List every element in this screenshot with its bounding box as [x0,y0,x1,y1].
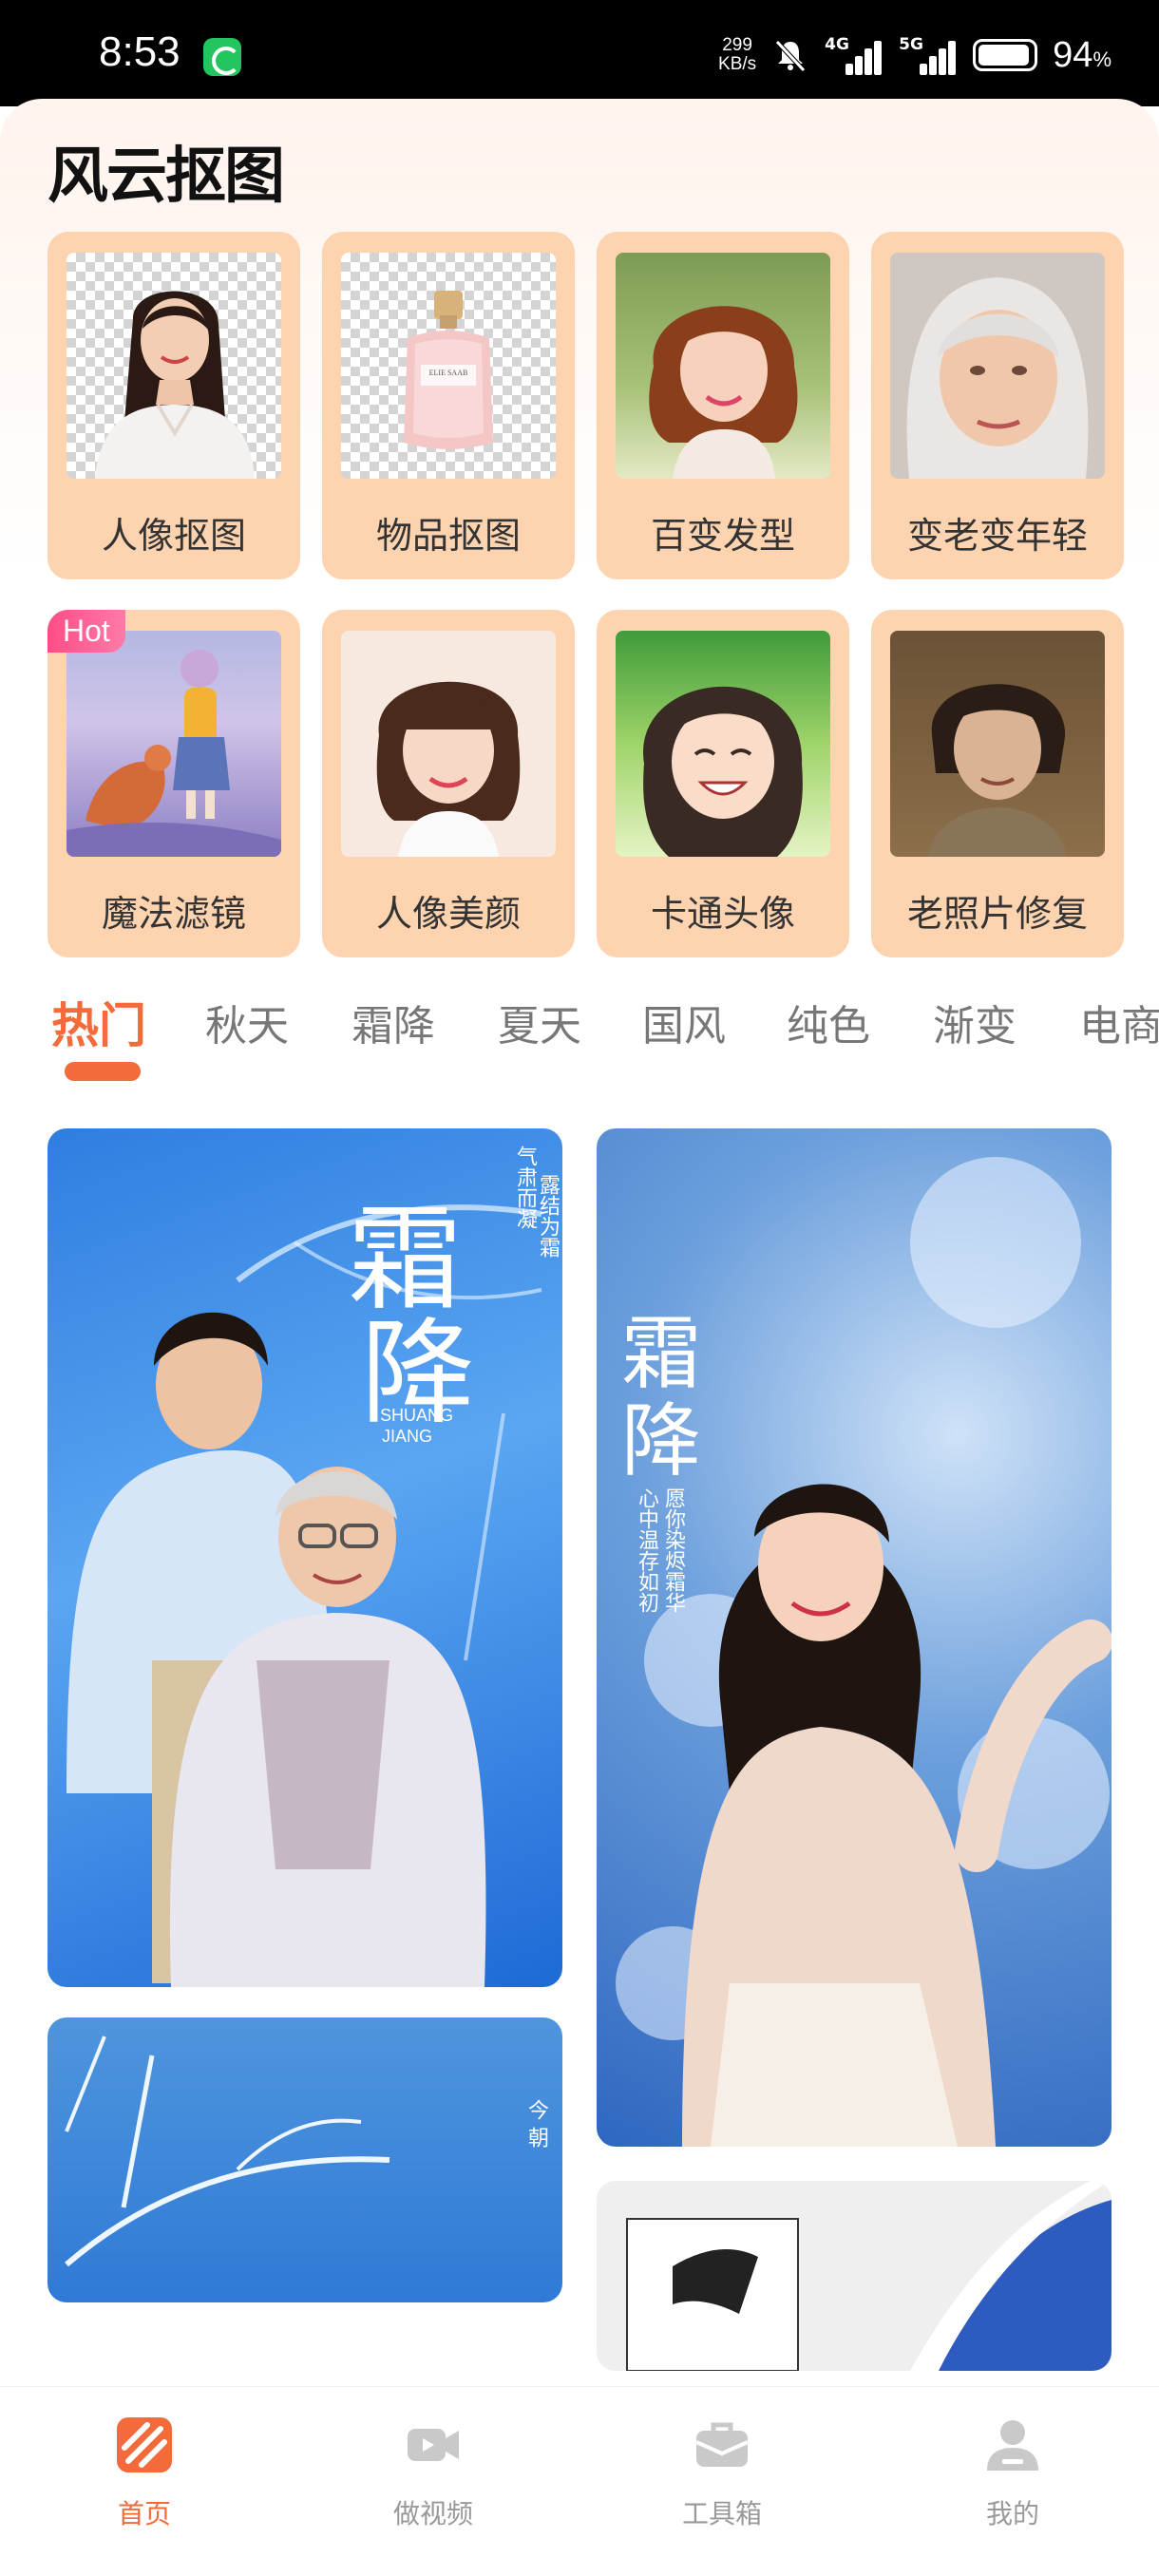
app-title: 风云抠图 [48,142,285,212]
hairstyle-thumbnail [616,253,830,479]
tab-frost-descent[interactable]: 霜降 [352,992,435,1052]
tool-label: 卡通头像 [650,893,795,935]
bottom-navigation: 首页 做视频 工具箱 我的 [0,2386,1159,2557]
portrait-cutout-thumbnail [66,253,281,479]
object-cutout-thumbnail: ELIE SAAB [341,253,556,479]
old-photo-thumbnail [890,631,1105,857]
nav-make-video[interactable]: 做视频 [338,2415,528,2531]
battery-icon [973,39,1038,71]
tab-ecommerce[interactable]: 电商 [1079,992,1159,1052]
home-icon [117,2417,172,2472]
app-screen: 风云抠图 人像抠图 ELIE SAAB 物品抠图 百变发型 变老变年轻 Hot … [0,99,1159,2576]
tool-hairstyle[interactable]: 百变发型 [597,232,849,579]
tool-cartoon-avatar[interactable]: 卡通头像 [597,610,849,957]
poster-verse: 愿你染烬霜华 [661,1487,685,1613]
video-camera-icon [408,2429,459,2461]
poster-verse: 心中温存如初 [635,1487,658,1613]
tool-portrait-cutout[interactable]: 人像抠图 [48,232,300,579]
nav-toolbox[interactable]: 工具箱 [627,2415,817,2531]
tool-magic-filter[interactable]: Hot 魔法滤镜 [48,610,300,957]
nav-label: 做视频 [392,2498,473,2529]
hot-badge: Hot [48,610,125,653]
tool-label: 人像抠图 [101,515,246,557]
tab-gradient[interactable]: 渐变 [933,992,1016,1052]
poster-title-char: 降 [621,1394,702,1487]
tool-label: 老照片修复 [906,893,1088,935]
app-notification-icon [203,38,241,76]
cartoon-avatar-thumbnail [616,631,830,857]
poster-verse: 今 朝 [524,2099,548,2148]
category-tabs: 热门 秋天 霜降 夏天 国风 纯色 渐变 电商 [48,992,1159,1087]
portrait-beauty-thumbnail [341,631,556,857]
mute-bell-icon [775,40,806,72]
poster-pinyin: SHUANG [380,1406,454,1425]
tool-label: 物品抠图 [375,515,521,557]
poster-subtitle: 露结为霜 [536,1174,560,1258]
tool-age-change[interactable]: 变老变年轻 [871,232,1124,579]
toolbox-icon [695,2422,749,2467]
tab-solid-color[interactable]: 纯色 [787,992,870,1052]
status-time: 8:53 [99,28,180,75]
template-card[interactable]: 今 朝 [48,2017,562,2302]
battery-percent: 94% [1053,34,1112,75]
tab-hot[interactable]: 热门 [51,988,146,1056]
tab-summer[interactable]: 夏天 [498,992,581,1052]
system-navigation-bar [0,2557,1159,2576]
tool-portrait-beauty[interactable]: 人像美颜 [322,610,575,957]
tool-label: 人像美颜 [375,893,521,935]
tool-old-photo-restore[interactable]: 老照片修复 [871,610,1124,957]
status-indicators: 299 KB/s 4G 5G 94% [718,28,1112,82]
nav-label: 工具箱 [681,2498,762,2529]
poster-pinyin: JIANG [382,1427,433,1446]
nav-home[interactable]: 首页 [49,2415,239,2531]
tool-label: 百变发型 [650,515,795,557]
magic-filter-thumbnail [66,631,281,857]
product-label: ELIE SAAB [428,369,468,377]
network-speed: 299 KB/s [718,35,757,74]
nav-profile[interactable]: 我的 [918,2415,1108,2531]
template-card[interactable]: 霜 降 SHUANG JIANG 气肃而凝 露结为霜 [48,1128,562,1987]
tab-chinese-style[interactable]: 国风 [642,992,726,1052]
nav-label: 我的 [985,2498,1039,2529]
template-card[interactable]: 霜 降 愿你染烬霜华 心中温存如初 [597,1128,1112,2147]
profile-icon [987,2420,1038,2471]
tab-autumn[interactable]: 秋天 [205,992,289,1052]
signal-4g-icon: 4G [825,35,884,75]
tool-object-cutout[interactable]: ELIE SAAB 物品抠图 [322,232,575,579]
age-change-thumbnail [890,253,1105,479]
tool-label: 变老变年轻 [906,515,1088,557]
status-bar: 8:53 299 KB/s 4G 5G 94% [0,0,1159,106]
nav-label: 首页 [117,2498,171,2529]
tool-grid: 人像抠图 ELIE SAAB 物品抠图 百变发型 变老变年轻 Hot 魔法滤镜 … [48,232,1125,957]
tool-label: 魔法滤镜 [101,893,246,935]
template-card[interactable] [597,2181,1112,2371]
active-tab-indicator [65,1062,141,1081]
signal-5g-icon: 5G [899,35,958,75]
